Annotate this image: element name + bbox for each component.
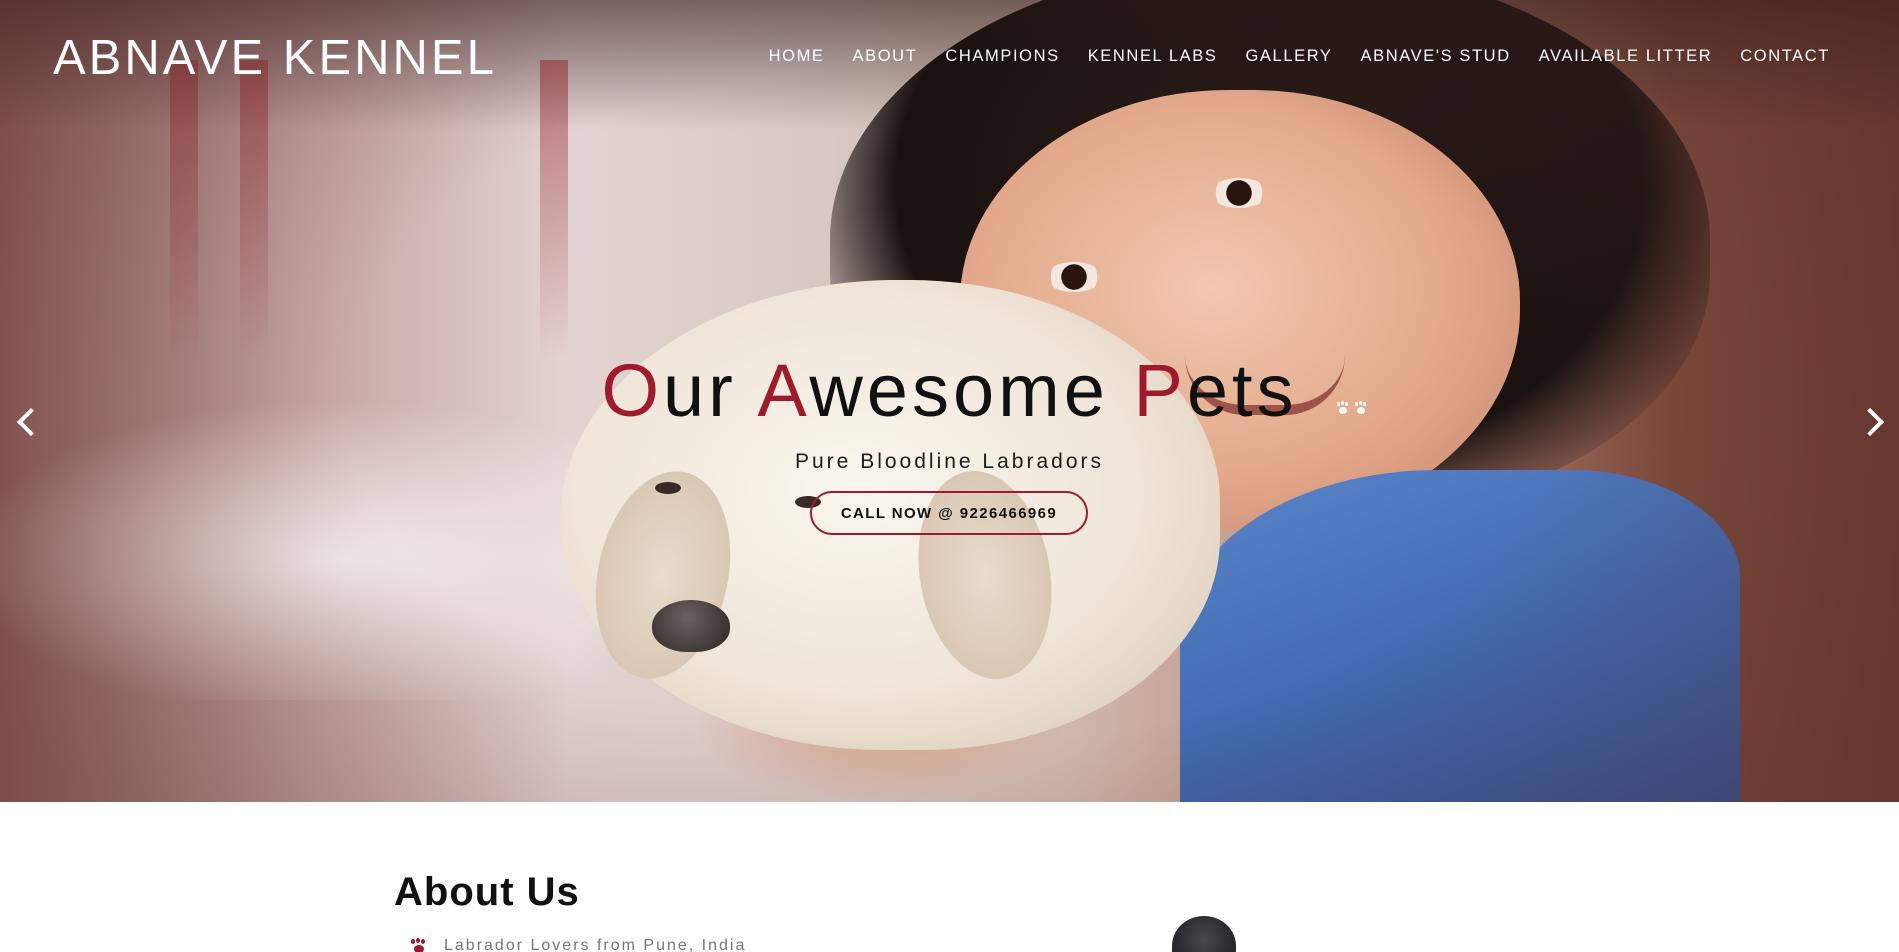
paw-icon <box>1354 401 1368 415</box>
paw-icon <box>410 938 428 952</box>
headline-word: ur <box>663 349 758 432</box>
nav-about[interactable]: ABOUT <box>853 47 918 66</box>
nav-available-litter[interactable]: AVAILABLE LITTER <box>1539 47 1713 66</box>
black-labrador-image <box>1172 916 1236 952</box>
call-now-button[interactable]: CALL NOW @ 9226466969 <box>810 491 1088 535</box>
headline-initial: P <box>1133 349 1187 432</box>
headline-word: wesome <box>809 349 1134 432</box>
paw-icon <box>1336 401 1350 415</box>
about-tagline: Labrador Lovers from Pune, India <box>444 937 747 952</box>
chevron-left-icon <box>16 407 46 437</box>
headline-initial: A <box>757 349 810 432</box>
about-heading: About Us <box>394 870 580 914</box>
nav-gallery[interactable]: GALLERY <box>1246 47 1333 66</box>
hero-headline: Our Awesome Pets <box>0 348 1899 433</box>
nav-abnaves-stud[interactable]: ABNAVE'S STUD <box>1361 47 1511 66</box>
headline-initial: O <box>601 349 664 432</box>
about-tagline-row: Labrador Lovers from Pune, India <box>410 937 746 952</box>
paw-prints-icon <box>1336 401 1368 415</box>
hero-subtitle: Pure Bloodline Labradors <box>795 450 1104 473</box>
site-logo[interactable]: ABNAVE KENNEL <box>53 30 497 86</box>
nav-kennel-labs[interactable]: KENNEL LABS <box>1088 47 1218 66</box>
slider-prev-button[interactable] <box>12 404 46 440</box>
nav-home[interactable]: HOME <box>769 47 825 66</box>
main-nav: HOME ABOUT CHAMPIONS KENNEL LABS GALLERY… <box>741 47 1830 66</box>
slider-next-button[interactable] <box>1855 404 1889 440</box>
chevron-right-icon <box>1855 407 1885 437</box>
nav-champions[interactable]: CHAMPIONS <box>945 47 1059 66</box>
headline-word: ets <box>1186 349 1298 432</box>
nav-contact[interactable]: CONTACT <box>1740 47 1830 66</box>
